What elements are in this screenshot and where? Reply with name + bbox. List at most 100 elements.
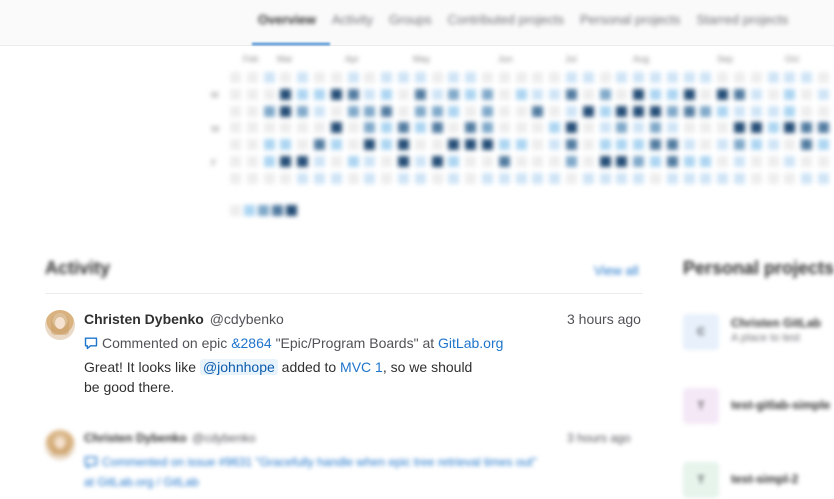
calendar-cell[interactable] [784, 105, 796, 117]
calendar-cell[interactable] [818, 139, 829, 151]
calendar-cell[interactable] [717, 172, 729, 184]
calendar-cell[interactable] [801, 88, 813, 100]
calendar-cell[interactable] [784, 122, 796, 134]
calendar-cell[interactable] [431, 88, 443, 100]
calendar-cell[interactable] [498, 172, 510, 184]
calendar-cell[interactable] [347, 72, 359, 83]
calendar-cell[interactable] [532, 156, 544, 167]
calendar-cell[interactable] [515, 156, 527, 167]
calendar-cell[interactable] [784, 72, 796, 83]
calendar-cell[interactable] [582, 105, 594, 117]
calendar-cell[interactable] [666, 72, 678, 83]
calendar-cell[interactable] [398, 172, 409, 184]
calendar-cell[interactable] [750, 156, 762, 167]
calendar-cell[interactable] [280, 139, 292, 151]
epic-ref-link[interactable]: &2864 [231, 335, 271, 351]
author-handle[interactable]: @cdybenko [210, 311, 284, 327]
calendar-cell[interactable] [666, 122, 678, 134]
calendar-cell[interactable] [280, 156, 292, 167]
calendar-cell[interactable] [280, 122, 292, 134]
calendar-cell[interactable] [599, 88, 611, 100]
calendar-cell[interactable] [767, 172, 779, 184]
calendar-cell[interactable] [246, 72, 258, 83]
calendar-cell[interactable] [482, 172, 493, 184]
group-link[interactable]: at GitLab.org / GitLab [84, 475, 199, 489]
calendar-cell[interactable] [734, 139, 745, 151]
calendar-cell[interactable] [448, 105, 460, 117]
calendar-cell[interactable] [431, 156, 443, 167]
calendar-cell[interactable] [398, 88, 409, 100]
calendar-cell[interactable] [347, 88, 359, 100]
calendar-cell[interactable] [448, 156, 460, 167]
calendar-cell[interactable] [314, 72, 325, 83]
calendar-cell[interactable] [246, 172, 258, 184]
calendar-cell[interactable] [482, 88, 493, 100]
calendar-cell[interactable] [616, 122, 628, 134]
calendar-cell[interactable] [666, 105, 678, 117]
calendar-cell[interactable] [599, 72, 611, 83]
tab-starred-projects[interactable]: Starred projects [696, 12, 788, 27]
calendar-cell[interactable] [515, 72, 527, 83]
tab-activity[interactable]: Activity [332, 12, 373, 27]
calendar-cell[interactable] [801, 139, 813, 151]
calendar-cell[interactable] [767, 72, 779, 83]
calendar-cell[interactable] [650, 156, 661, 167]
calendar-cell[interactable] [448, 122, 460, 134]
calendar-cell[interactable] [750, 122, 762, 134]
calendar-cell[interactable] [280, 72, 292, 83]
calendar-cell[interactable] [549, 72, 561, 83]
calendar-cell[interactable] [633, 122, 645, 134]
calendar-cell[interactable] [700, 122, 712, 134]
calendar-cell[interactable] [683, 88, 695, 100]
calendar-cell[interactable] [532, 105, 544, 117]
calendar-cell[interactable] [297, 72, 309, 83]
calendar-cell[interactable] [784, 156, 796, 167]
calendar-cell[interactable] [230, 72, 241, 83]
calendar-cell[interactable] [650, 88, 661, 100]
calendar-cell[interactable] [582, 122, 594, 134]
calendar-cell[interactable] [818, 72, 829, 83]
calendar-cell[interactable] [364, 172, 376, 184]
calendar-cell[interactable] [633, 88, 645, 100]
calendar-cell[interactable] [230, 122, 241, 134]
calendar-cell[interactable] [582, 172, 594, 184]
calendar-cell[interactable] [650, 122, 661, 134]
calendar-cell[interactable] [230, 88, 241, 100]
calendar-cell[interactable] [482, 72, 493, 83]
calendar-cell[interactable] [750, 172, 762, 184]
calendar-cell[interactable] [414, 172, 426, 184]
calendar-cell[interactable] [683, 122, 695, 134]
calendar-cell[interactable] [246, 105, 258, 117]
calendar-cell[interactable] [330, 156, 342, 167]
calendar-cell[interactable] [448, 72, 460, 83]
calendar-cell[interactable] [717, 156, 729, 167]
calendar-cell[interactable] [532, 72, 544, 83]
calendar-cell[interactable] [364, 72, 376, 83]
calendar-cell[interactable] [498, 88, 510, 100]
project-name[interactable]: Christen GitLab [731, 316, 821, 330]
calendar-cell[interactable] [666, 139, 678, 151]
calendar-cell[interactable] [381, 72, 393, 83]
calendar-cell[interactable] [750, 88, 762, 100]
calendar-cell[interactable] [465, 156, 477, 167]
calendar-cell[interactable] [734, 88, 745, 100]
calendar-cell[interactable] [498, 139, 510, 151]
calendar-cell[interactable] [801, 156, 813, 167]
calendar-cell[interactable] [532, 139, 544, 151]
calendar-cell[interactable] [700, 139, 712, 151]
calendar-cell[interactable] [297, 172, 309, 184]
calendar-cell[interactable] [482, 139, 493, 151]
calendar-cell[interactable] [465, 88, 477, 100]
calendar-cell[interactable] [414, 156, 426, 167]
calendar-cell[interactable] [465, 72, 477, 83]
calendar-cell[interactable] [566, 139, 577, 151]
calendar-cell[interactable] [700, 105, 712, 117]
calendar-cell[interactable] [381, 122, 393, 134]
calendar-cell[interactable] [767, 156, 779, 167]
group-link[interactable]: GitLab.org [438, 335, 503, 351]
calendar-cell[interactable] [683, 105, 695, 117]
calendar-cell[interactable] [263, 122, 275, 134]
project-card[interactable]: T test-simpl-2 [683, 462, 834, 499]
calendar-cell[interactable] [700, 172, 712, 184]
calendar-cell[interactable] [431, 139, 443, 151]
